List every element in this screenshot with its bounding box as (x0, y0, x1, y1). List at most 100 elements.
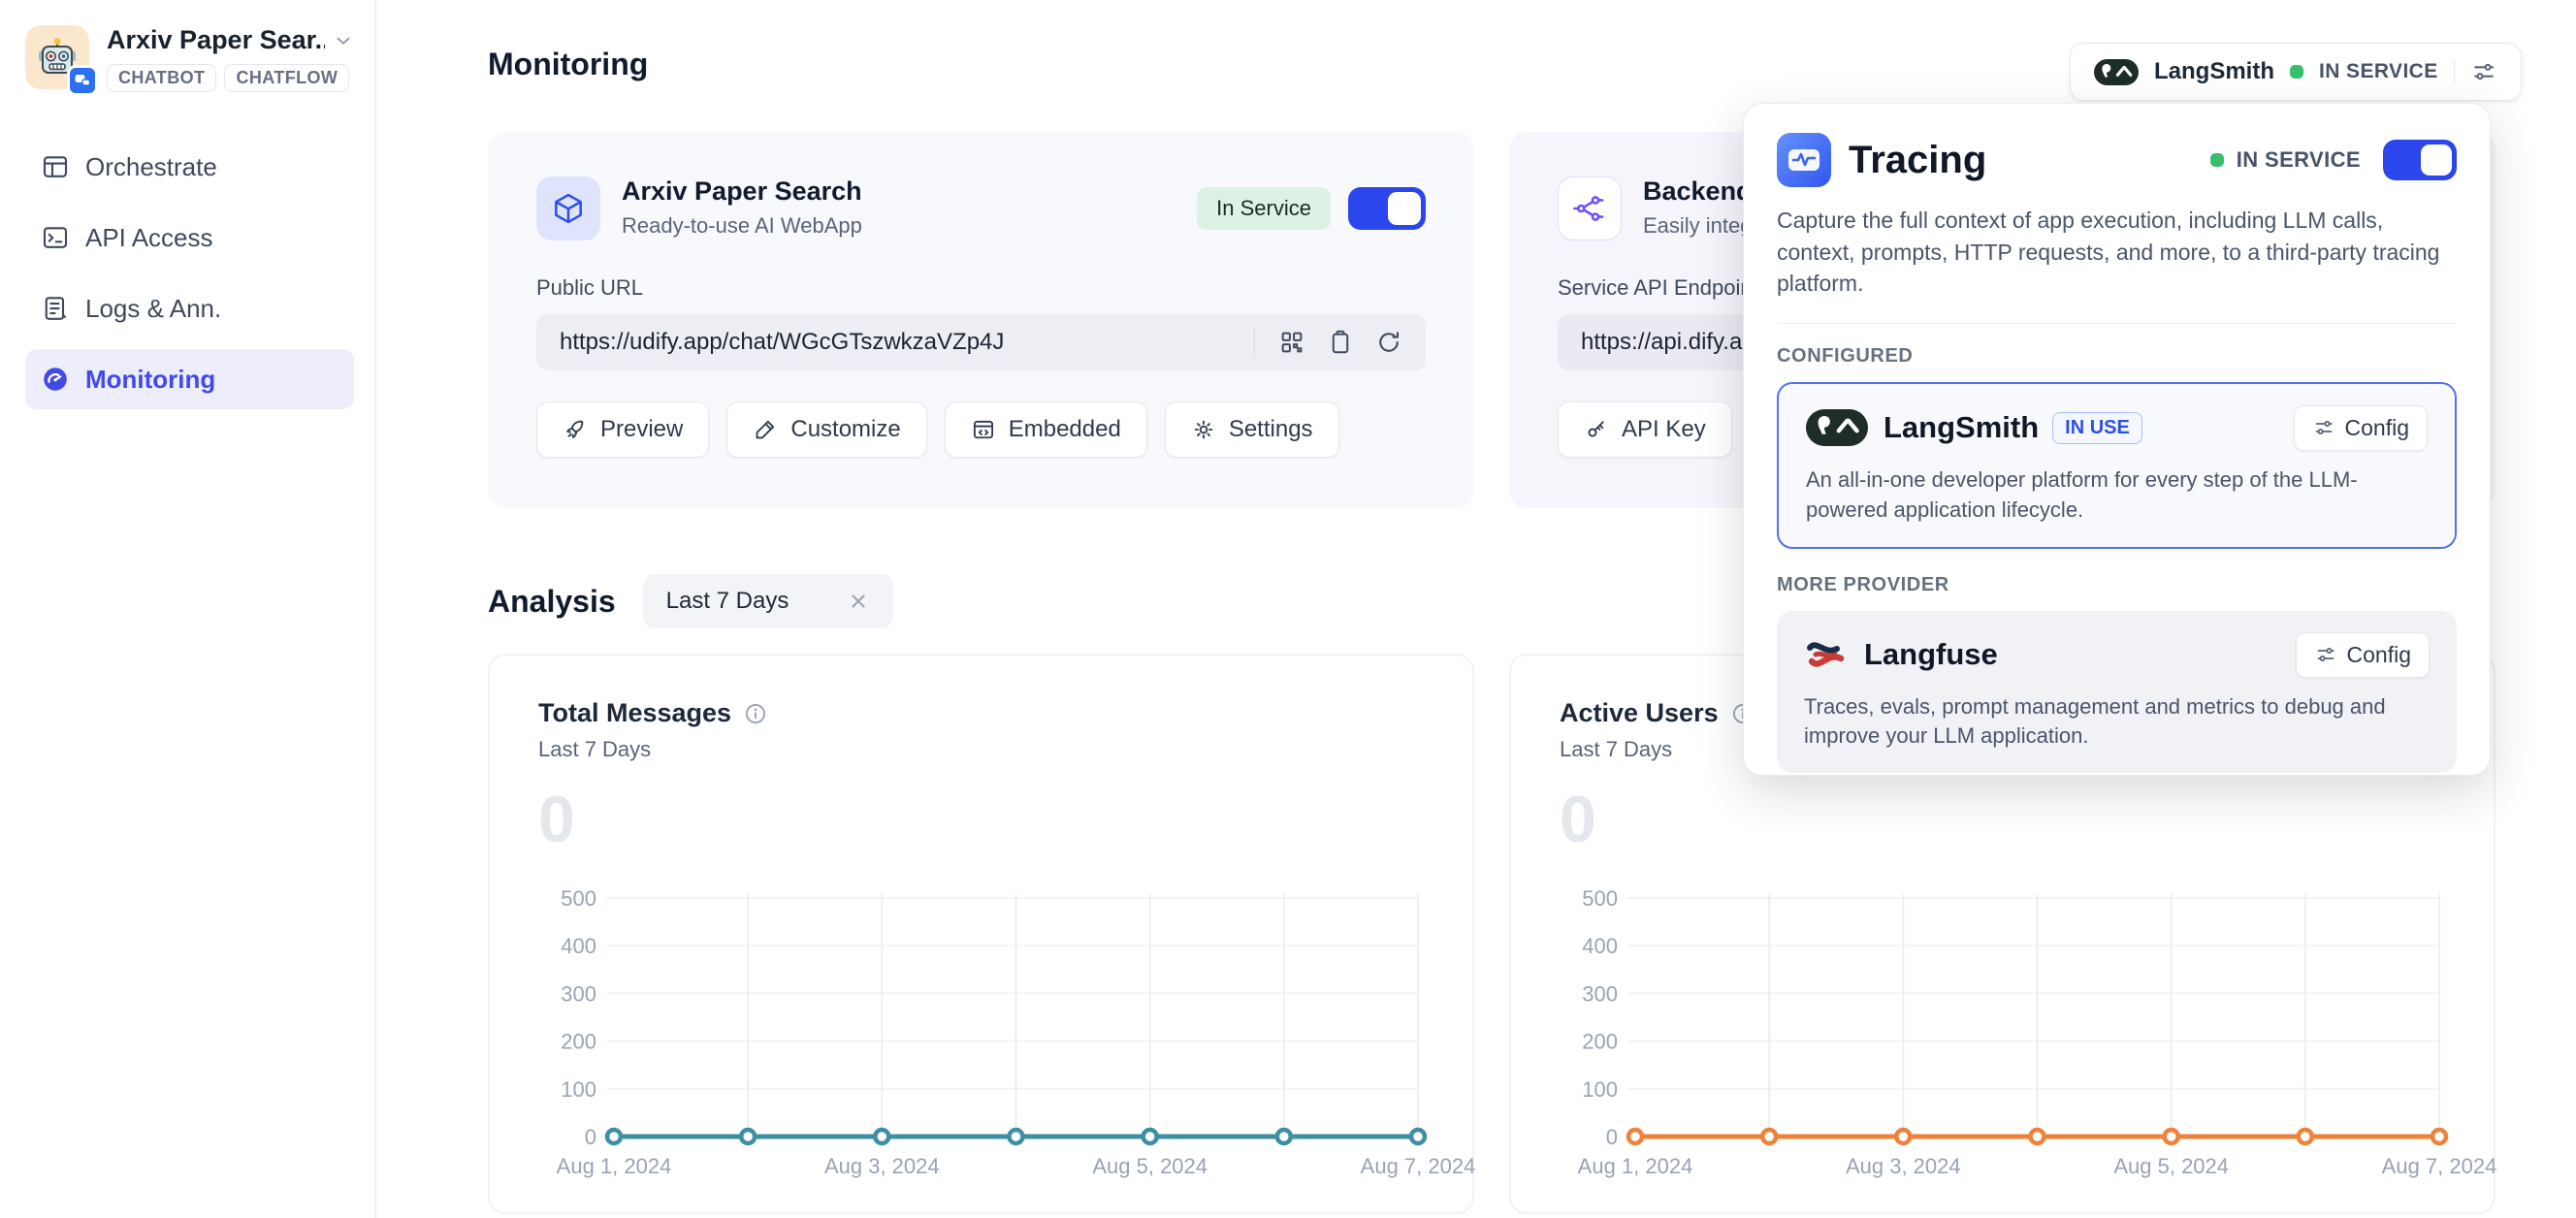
backend-api-icon (1558, 176, 1622, 240)
status-dot-icon (2210, 153, 2224, 167)
sidebar-item-label: Logs & Ann. (85, 294, 221, 324)
total-messages-chart-card: Total Messages Last 7 Days 0 01002003004… (488, 654, 1474, 1214)
svg-text:500: 500 (561, 886, 596, 911)
sidebar-item-monitoring[interactable]: Monitoring (25, 349, 354, 409)
divider (1254, 328, 1255, 357)
sidebar-item-orchestrate[interactable]: Orchestrate (25, 137, 354, 197)
divider (1777, 323, 2457, 324)
sliders-icon (2314, 643, 2337, 666)
svg-text:400: 400 (561, 934, 596, 958)
configured-section-label: CONFIGURED (1777, 345, 2457, 368)
sidebar-nav: Orchestrate API Access Logs & Ann. (25, 137, 354, 409)
layout-icon (41, 152, 70, 181)
tracing-provider-pill[interactable]: LangSmith IN SERVICE (2070, 43, 2522, 101)
settings-button[interactable]: Settings (1165, 401, 1339, 458)
sidebar-item-label: API Access (85, 223, 213, 253)
provider-card-langsmith[interactable]: LangSmith IN USE Config An all-in-one de… (1777, 382, 2457, 549)
sliders-icon (2312, 416, 2335, 439)
webapp-status-badge: In Service (1197, 187, 1331, 230)
gear-icon (1191, 417, 1216, 442)
chart-subtitle: Last 7 Days (538, 737, 1424, 762)
analysis-title: Analysis (488, 584, 616, 620)
langsmith-config-button[interactable]: Config (2294, 405, 2428, 451)
app-type-badge-icon (67, 65, 98, 96)
app-tag-chatbot: CHATBOT (107, 64, 216, 92)
divider (2454, 59, 2455, 84)
tracing-icon (1777, 133, 1831, 187)
preview-button[interactable]: Preview (536, 401, 709, 458)
svg-text:Aug 1, 2024: Aug 1, 2024 (557, 1154, 672, 1178)
logs-document-icon (41, 294, 70, 323)
svg-text:Aug 3, 2024: Aug 3, 2024 (824, 1154, 940, 1178)
customize-button[interactable]: Customize (726, 401, 926, 458)
chart-title: Active Users (1560, 698, 1719, 728)
provider-status: IN SERVICE (2319, 60, 2438, 83)
tracing-panel-title: Tracing (1849, 139, 2210, 182)
langsmith-logo (1806, 409, 1868, 446)
sliders-icon[interactable] (2470, 58, 2497, 85)
langsmith-logo (2094, 59, 2139, 85)
tracing-enable-toggle[interactable] (2383, 140, 2457, 180)
config-label: Config (2347, 642, 2411, 668)
provider-name: LangSmith (1884, 410, 2039, 445)
svg-text:0: 0 (585, 1125, 596, 1149)
tracing-config-panel: Tracing IN SERVICE Capture the full cont… (1743, 103, 2491, 776)
tracing-status: IN SERVICE (2237, 147, 2361, 173)
app-avatar[interactable] (25, 25, 89, 89)
sidebar-item-label: Monitoring (85, 365, 215, 395)
preview-label: Preview (600, 416, 683, 443)
close-icon[interactable] (847, 590, 870, 613)
analysis-section-header: Analysis Last 7 Days (488, 574, 893, 628)
page-title: Monitoring (488, 47, 648, 82)
webapp-enable-toggle[interactable] (1348, 187, 1426, 230)
svg-text:100: 100 (561, 1077, 596, 1102)
app-tag-chatflow: CHATFLOW (224, 64, 349, 92)
rocket-icon (563, 417, 588, 442)
embedded-button[interactable]: Embedded (945, 401, 1147, 458)
webapp-card-title: Arxiv Paper Search (622, 176, 1197, 207)
svg-text:200: 200 (1582, 1030, 1618, 1054)
app-header: Arxiv Paper Sear... CHATBOT CHATFLOW (0, 0, 375, 92)
public-url-label: Public URL (536, 275, 1426, 301)
svg-text:0: 0 (1606, 1125, 1618, 1149)
svg-text:Aug 7, 2024: Aug 7, 2024 (2382, 1154, 2497, 1178)
svg-text:200: 200 (561, 1030, 596, 1054)
key-icon (1584, 417, 1609, 442)
refresh-icon[interactable] (1375, 329, 1402, 356)
chart-total-value: 0 (1560, 782, 2445, 857)
time-range-filter[interactable]: Last 7 Days (643, 574, 894, 628)
chart-title: Total Messages (538, 698, 731, 728)
api-key-button[interactable]: API Key (1558, 401, 1732, 458)
webapp-card: Arxiv Paper Search Ready-to-use AI WebAp… (488, 132, 1474, 508)
sidebar-item-label: Orchestrate (85, 152, 217, 182)
gauge-icon (41, 365, 70, 394)
svg-text:Aug 5, 2024: Aug 5, 2024 (2113, 1154, 2229, 1178)
svg-text:300: 300 (561, 981, 596, 1006)
monitoring-page: Arxiv Paper Sear... CHATBOT CHATFLOW Orc… (0, 0, 2576, 1218)
provider-name: LangSmith (2154, 58, 2274, 85)
langfuse-config-button[interactable]: Config (2296, 632, 2430, 678)
svg-text:400: 400 (1582, 934, 1618, 958)
api-key-label: API Key (1622, 416, 1706, 443)
qr-code-icon[interactable] (1278, 329, 1305, 356)
sidebar: Arxiv Paper Sear... CHATBOT CHATFLOW Orc… (0, 0, 376, 1218)
embed-code-icon (971, 417, 996, 442)
sidebar-item-logs[interactable]: Logs & Ann. (25, 278, 354, 338)
svg-text:Aug 7, 2024: Aug 7, 2024 (1361, 1154, 1476, 1178)
webapp-cube-icon (536, 176, 600, 240)
svg-text:Aug 1, 2024: Aug 1, 2024 (1578, 1154, 1693, 1178)
active-users-line-chart: 0100200300400500Aug 1, 2024Aug 3, 2024Au… (1560, 881, 2449, 1183)
more-provider-section-label: MORE PROVIDER (1777, 574, 2457, 596)
in-use-badge: IN USE (2052, 412, 2142, 444)
public-url-value: https://udify.app/chat/WGcGTszwkzaVZp4J (560, 329, 1254, 356)
provider-card-langfuse[interactable]: Langfuse Config Traces, evals, prompt ma… (1777, 611, 2457, 774)
customize-label: Customize (790, 416, 900, 443)
app-name: Arxiv Paper Sear... (107, 25, 325, 55)
sidebar-item-api-access[interactable]: API Access (25, 208, 354, 268)
settings-label: Settings (1229, 416, 1313, 443)
svg-text:300: 300 (1582, 981, 1618, 1006)
copy-icon[interactable] (1327, 329, 1354, 356)
chevron-down-icon[interactable] (333, 30, 354, 51)
info-icon[interactable] (743, 701, 768, 726)
status-dot-icon (2290, 65, 2303, 79)
